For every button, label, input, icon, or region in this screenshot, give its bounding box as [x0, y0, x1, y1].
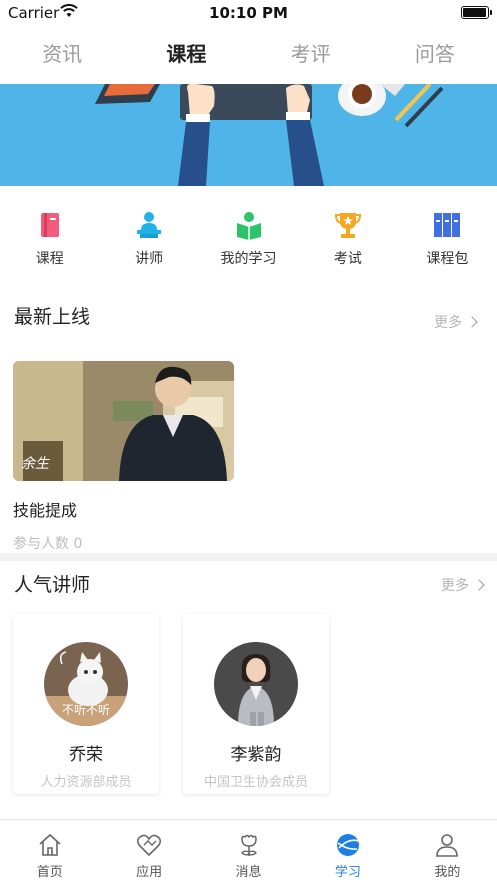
quick-label: 课程 — [35, 251, 64, 267]
section-title-latest: 最新上线 — [14, 306, 91, 328]
book-icon — [40, 213, 59, 237]
avatar-caption: 不听不听 — [61, 703, 110, 717]
message-icon — [240, 834, 257, 856]
course-participants: 参与人数 0 — [13, 536, 83, 552]
lecturer-role: 中国卫生协会成员 — [203, 775, 308, 790]
status-bar: Carrier 10:10 PM — [0, 0, 497, 26]
package-icon — [434, 213, 461, 237]
tab-courses[interactable]: 课程 — [124, 26, 248, 84]
section-title-popular: 人气讲师 — [14, 574, 91, 596]
course-card[interactable]: 余生 技能提成 参与人数 0 — [13, 361, 235, 553]
lecturer-card[interactable]: 李紫韵 中国卫生协会成员 — [183, 614, 329, 794]
nav-apps[interactable]: 应用 — [99, 820, 198, 883]
home-icon — [39, 833, 61, 856]
more-latest-link[interactable]: 更多 — [434, 312, 478, 332]
lecturer-card[interactable]: 不听不听 乔荣 人力资源部成员 — [13, 614, 159, 794]
quick-item-course-packages[interactable]: 课程包 — [398, 196, 497, 278]
nav-label: 学习 — [334, 865, 361, 880]
nav-home[interactable]: 首页 — [0, 820, 99, 883]
lecturer-name: 李紫韵 — [230, 745, 282, 765]
more-label: 更多 — [441, 578, 469, 594]
quick-item-lecturers[interactable]: 讲师 — [99, 196, 198, 278]
course-name: 技能提成 — [13, 501, 78, 520]
profile-icon — [436, 834, 459, 857]
lecturer-icon — [137, 212, 162, 238]
quick-label: 考试 — [333, 251, 362, 267]
banner-illustration — [0, 84, 497, 186]
course-thumbnail: 余生 — [13, 361, 234, 481]
nav-profile[interactable]: 我的 — [398, 820, 497, 883]
clock: 10:10 PM — [209, 4, 288, 22]
study-icon — [336, 834, 360, 856]
trophy-icon — [334, 213, 361, 238]
battery-icon — [461, 6, 492, 19]
nav-label: 首页 — [36, 865, 63, 880]
quick-label: 我的学习 — [220, 251, 277, 267]
avatar — [214, 642, 298, 726]
more-popular-link[interactable]: 更多 — [441, 575, 485, 595]
top-tabs: 资讯 课程 考评 问答 — [0, 26, 497, 84]
reading-icon — [236, 212, 261, 240]
avatar-image — [214, 642, 298, 726]
chevron-right-icon — [466, 316, 478, 328]
quick-label: 课程包 — [426, 251, 469, 267]
thumb-caption: 余生 — [21, 456, 49, 472]
lecturer-role: 人力资源部成员 — [40, 775, 132, 790]
apps-icon — [137, 834, 162, 857]
quick-menu: 课程 讲师 我的学习 考试 课程包 — [0, 196, 497, 278]
nav-label: 我的 — [434, 865, 461, 880]
nav-study[interactable]: 学习 — [298, 820, 397, 883]
nav-label: 应用 — [136, 865, 163, 880]
avatar: 不听不听 — [44, 642, 128, 726]
more-label: 更多 — [434, 315, 462, 331]
tab-evaluation[interactable]: 考评 — [249, 26, 373, 84]
nav-messages[interactable]: 消息 — [199, 820, 298, 883]
bottom-nav: 首页 应用 消息 学习 我的 — [0, 819, 497, 883]
lecturer-name: 乔荣 — [69, 745, 103, 765]
tab-qa[interactable]: 问答 — [373, 26, 497, 84]
nav-label: 消息 — [235, 865, 262, 880]
tab-news[interactable]: 资讯 — [0, 26, 124, 84]
section-divider — [0, 553, 497, 561]
quick-item-exams[interactable]: 考试 — [298, 196, 397, 278]
quick-item-courses[interactable]: 课程 — [0, 196, 99, 278]
chevron-right-icon — [473, 579, 485, 591]
banner[interactable] — [0, 84, 497, 186]
quick-label: 讲师 — [135, 251, 164, 267]
quick-item-my-learning[interactable]: 我的学习 — [199, 196, 298, 278]
